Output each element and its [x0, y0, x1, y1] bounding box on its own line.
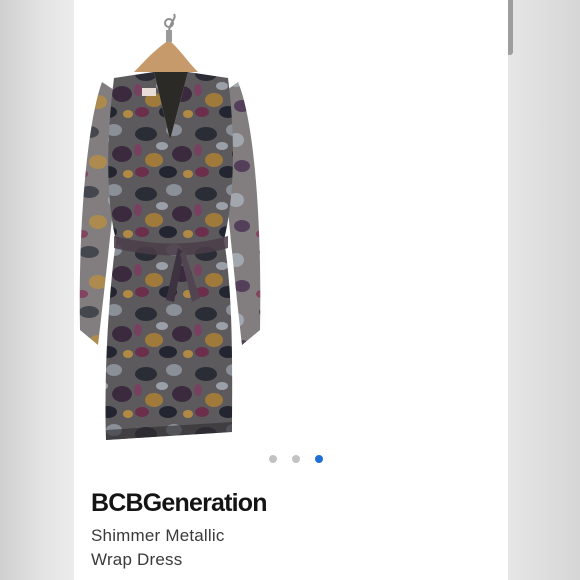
carousel-dots: [74, 455, 508, 465]
hanger-icon: [134, 13, 198, 72]
carousel-dot-active[interactable]: [315, 455, 323, 463]
brand-name[interactable]: BCBGeneration: [91, 489, 268, 518]
carousel-dot[interactable]: [269, 455, 277, 463]
product-card: BCBGeneration Shimmer Metallic Wrap Dres…: [74, 0, 508, 580]
product-name-line-1: Shimmer Metallic: [91, 526, 225, 545]
background-left-blur: [0, 0, 74, 580]
background-right-blur: [508, 0, 580, 580]
product-name-line-2: Wrap Dress: [91, 550, 183, 569]
carousel-dot[interactable]: [292, 455, 300, 463]
product-image[interactable]: [74, 0, 508, 448]
scrollbar-thumb[interactable]: [508, 0, 513, 55]
